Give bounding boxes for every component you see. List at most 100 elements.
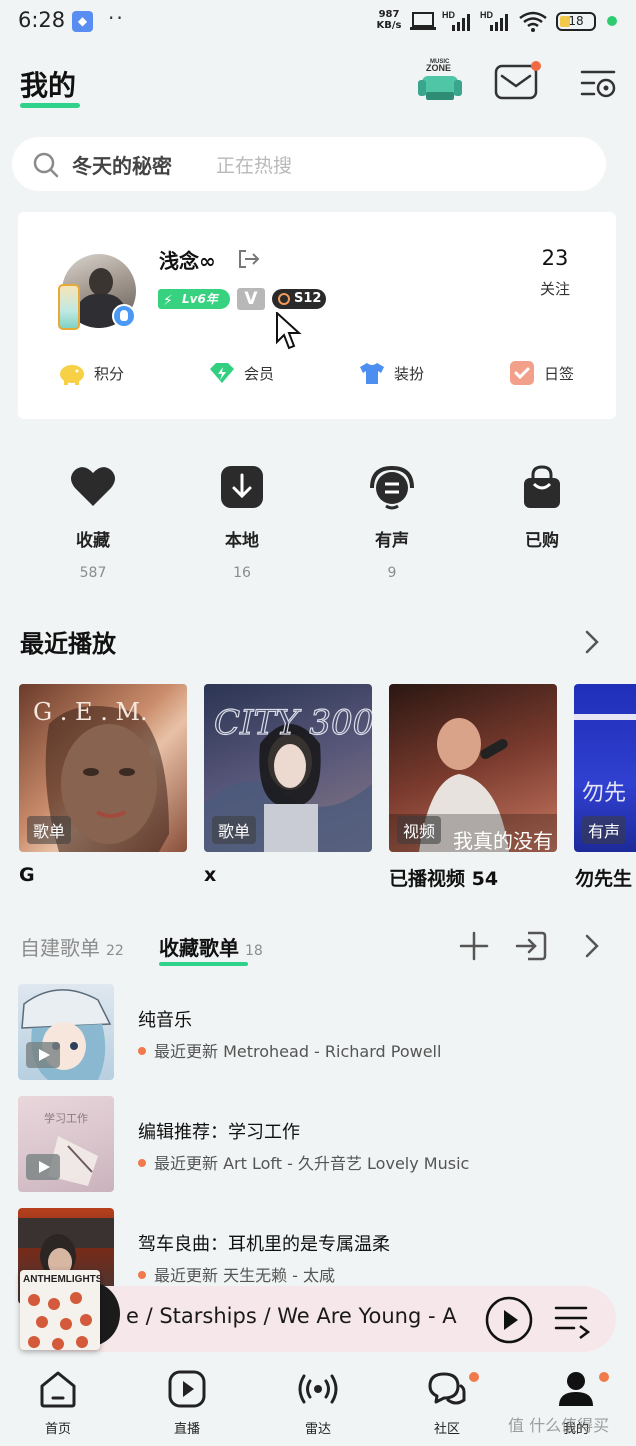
radar-icon [298, 1374, 338, 1404]
qq-badge-icon [112, 304, 136, 328]
audio-entry[interactable]: 有声 9 [342, 464, 442, 581]
recent-item-name: 已播视频 54 [389, 868, 499, 890]
follow-label[interactable]: 关注 [530, 278, 580, 299]
recent-item-playlist-x[interactable]: CITY 300 歌单 [204, 684, 372, 852]
now-playing-cover-art: ANTHEMLIGHTS [20, 1270, 100, 1350]
recent-item-playlist-g[interactable]: G . E . M. 歌单 [19, 684, 187, 852]
audio-label: 有声 [375, 531, 409, 551]
nav-radar[interactable]: 雷达 [278, 1368, 358, 1437]
audio-count: 9 [387, 565, 397, 581]
import-playlist-icon[interactable] [514, 930, 548, 962]
recent-item-name: G [19, 864, 35, 886]
page-title[interactable]: 我的 [20, 64, 76, 104]
battery-level: 18 [568, 14, 584, 28]
recent-tag: 歌单 [27, 816, 72, 844]
battery-indicator: 18 [556, 12, 596, 31]
nav-live[interactable]: 直播 [147, 1368, 227, 1437]
search-bar[interactable]: 冬天的秘密 正在热搜 [12, 137, 606, 191]
nav-live-label: 直播 [173, 1422, 200, 1437]
hd-label-2: HD [480, 10, 493, 20]
playlist-queue-icon[interactable] [552, 1300, 592, 1340]
username[interactable]: 浅念∞ [159, 245, 216, 274]
play-icon [26, 1154, 60, 1180]
tab-collected-count: 18 [245, 943, 263, 959]
add-playlist-icon[interactable] [458, 930, 490, 962]
recent-cover-3-text: 我真的没有 [453, 829, 553, 852]
favorites-entry[interactable]: 收藏 587 [43, 464, 143, 581]
now-playing-cover-text: ANTHEMLIGHTS [23, 1274, 100, 1285]
bolt-icon: ⚡ [163, 293, 173, 309]
chat-bubbles-icon [428, 1372, 466, 1405]
tab-created-playlists[interactable]: 自建歌单 22 [20, 932, 124, 961]
recent-item-name: x [204, 864, 217, 886]
list-item[interactable]: 学习工作 编辑推荐：学习工作 最近更新 Art Loft - 久升音艺 Love… [18, 1096, 618, 1192]
recent-title[interactable]: 最近播放 [20, 624, 116, 659]
nav-home[interactable]: 首页 [18, 1368, 98, 1437]
playlist-subtitle-text: 最近更新 Metrohead - Richard Powell [154, 1042, 442, 1061]
level-badge[interactable]: ⚡ Lv6年 [158, 289, 230, 309]
search-icon [33, 152, 59, 178]
music-zone-label-2: ZONE [426, 63, 451, 73]
local-count: 16 [233, 565, 251, 581]
purchased-count [492, 565, 592, 581]
recent-tag: 歌单 [212, 816, 257, 844]
more-notifications-icon: ·· [108, 6, 125, 30]
level-badge-label: Lv6年 [182, 292, 218, 306]
dressup-button[interactable]: 装扮 [358, 356, 424, 390]
settings-icon[interactable] [578, 66, 618, 100]
local-label: 本地 [225, 531, 259, 551]
recent-cover-2-text: CITY 300 [214, 703, 372, 743]
season-badge[interactable]: S12 [272, 289, 326, 309]
recent-tag: 视频 [397, 816, 442, 844]
playlist-cover-2-text: 学习工作 [44, 1111, 88, 1125]
now-playing-cover[interactable]: ANTHEMLIGHTS [20, 1270, 100, 1350]
community-badge [469, 1372, 479, 1382]
playlist-subtitle: 最近更新 天生无赖 - 太咸 [138, 1262, 335, 1286]
recent-item-audio[interactable]: 勿先 有声 [574, 684, 636, 852]
mouse-cursor-icon [276, 312, 302, 350]
diamond-icon [210, 363, 234, 383]
tshirt-icon [360, 363, 384, 384]
chevron-right-icon[interactable] [582, 628, 602, 656]
checkin-label: 日签 [544, 364, 575, 383]
recent-cover-1-text: G . E . M. [33, 698, 148, 726]
list-item[interactable]: 纯音乐 最近更新 Metrohead - Richard Powell [18, 984, 618, 1080]
logout-icon[interactable] [236, 248, 262, 270]
vip-label: 会员 [244, 364, 275, 383]
profile-card: 浅念∞ ⚡ Lv6年 V S12 23 关注 积分 会员 装扮 日签 [18, 212, 616, 419]
checkin-icon [510, 361, 534, 385]
audiobook-icon [370, 465, 414, 510]
checkin-button[interactable]: 日签 [508, 356, 574, 390]
user-icon [559, 1372, 593, 1406]
profile-actions: 积分 会员 装扮 日签 [18, 356, 616, 390]
local-entry[interactable]: 本地 16 [192, 464, 292, 581]
playlist-title: 纯音乐 [138, 1010, 192, 1031]
recent-item-played-videos[interactable]: 我真的没有 视频 [389, 684, 557, 852]
home-icon [40, 1371, 76, 1408]
vip-badge[interactable]: V [237, 288, 265, 310]
music-zone-icon[interactable]: MUSIC ZONE [416, 56, 464, 102]
tab-created-count: 22 [106, 943, 124, 959]
hd-label-1: HD [442, 10, 455, 20]
shopping-bag-icon [524, 465, 560, 508]
recent-cover-4-text: 勿先 [582, 781, 626, 806]
chevron-right-icon[interactable] [582, 930, 602, 962]
status-time: 6:28 [18, 8, 66, 32]
tab-collected-playlists[interactable]: 收藏歌单 18 [159, 932, 263, 961]
purchased-entry[interactable]: 已购 [492, 464, 592, 581]
search-hint: 正在热搜 [216, 155, 293, 177]
network-speed-value: 987 [378, 9, 400, 20]
vip-button[interactable]: 会员 [208, 356, 274, 390]
piggy-bank-icon [60, 365, 84, 385]
playlist-subtitle: 最近更新 Art Loft - 久升音艺 Lovely Music [138, 1150, 469, 1174]
signal-icon: HD [442, 10, 470, 31]
points-button[interactable]: 积分 [58, 356, 124, 390]
download-icon [221, 466, 263, 508]
play-button-icon[interactable] [484, 1295, 534, 1345]
purchased-label: 已购 [525, 531, 559, 551]
follow-count[interactable]: 23 [530, 246, 580, 270]
nav-community-label: 社区 [433, 1422, 460, 1437]
playlist-subtitle-text: 最近更新 天生无赖 - 太咸 [154, 1266, 336, 1285]
playlist-title: 编辑推荐：学习工作 [138, 1122, 300, 1143]
recent-item-name: 勿先生 [575, 868, 633, 890]
